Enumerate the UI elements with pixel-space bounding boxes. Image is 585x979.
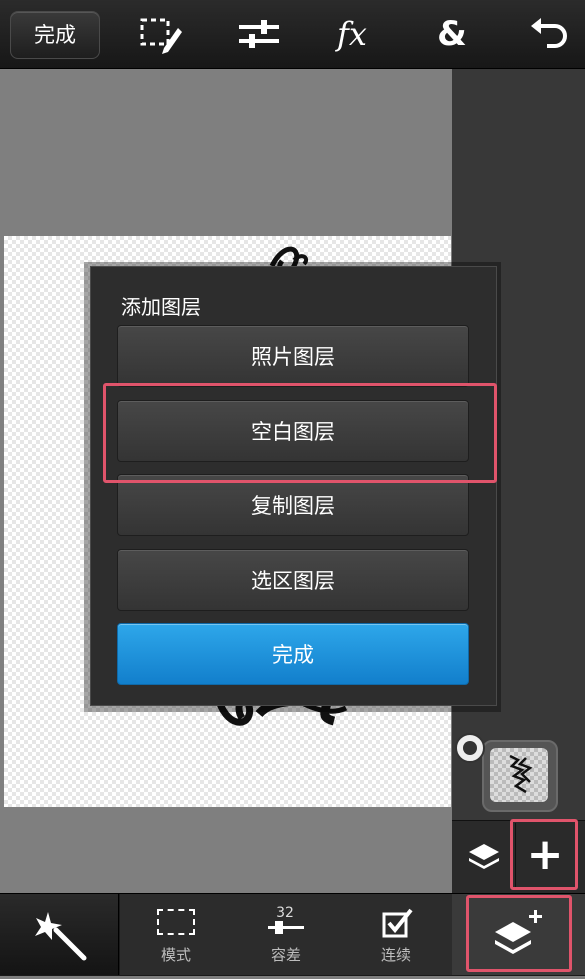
selection-layer-button[interactable]: 选区图层 (117, 549, 469, 611)
duplicate-layer-button[interactable]: 复制图层 (117, 474, 469, 536)
mode-label: 模式 (160, 946, 191, 964)
adjustments-icon[interactable] (237, 14, 281, 54)
dialog-done-button[interactable]: 完成 (117, 623, 469, 685)
contiguous-label: 连续 (380, 946, 411, 964)
fx-icon[interactable]: fx (330, 14, 374, 54)
layers-stack-icon[interactable] (466, 840, 502, 876)
add-layer-plus-button[interactable]: + (515, 823, 574, 887)
tolerance-value: 32 (276, 905, 294, 921)
tolerance-slider-knob[interactable] (275, 921, 283, 934)
undo-icon[interactable] (527, 14, 571, 54)
photo-layer-button[interactable]: 照片图层 (117, 325, 469, 387)
layer-thumbnail[interactable] (482, 740, 558, 812)
marquee-mode-icon (157, 909, 195, 935)
blank-layer-button[interactable]: 空白图层 (117, 400, 469, 462)
magic-wand-icon (35, 912, 87, 961)
done-button[interactable]: 完成 (10, 11, 100, 59)
layer-thumbnail-image (490, 748, 548, 802)
tolerance-slider-track (268, 926, 304, 929)
blend-icon[interactable]: & (430, 14, 474, 54)
dialog-title: 添加图层 (121, 295, 201, 319)
thumbnail-art (509, 754, 533, 794)
tolerance-label: 容差 (270, 946, 301, 964)
magic-wand-tool[interactable] (0, 894, 119, 975)
add-layer-dialog: 添加图层 照片图层 空白图层 复制图层 选区图层 完成 (90, 266, 497, 706)
checkbox-icon (382, 908, 413, 938)
selection-edit-icon[interactable] (138, 14, 182, 54)
add-layer-icon (495, 910, 542, 954)
layer-visibility-toggle[interactable] (455, 733, 485, 763)
